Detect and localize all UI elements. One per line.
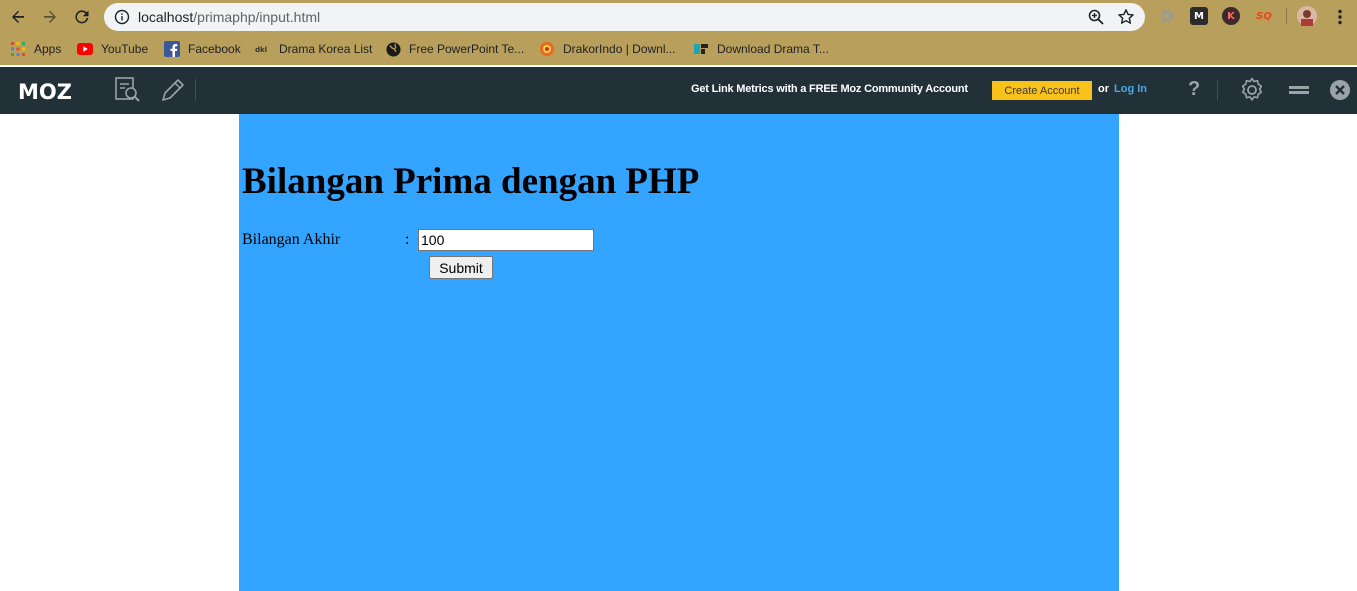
bookmark-youtube[interactable]: YouTube [77, 39, 148, 59]
reload-icon [75, 10, 89, 24]
toolbar-divider [1286, 8, 1287, 24]
page-analysis-icon[interactable] [113, 75, 143, 105]
download-drama-icon [693, 41, 709, 57]
label-colon: : [405, 231, 410, 248]
apps-grid-icon [10, 41, 26, 57]
close-mozbar-icon[interactable] [1325, 75, 1355, 105]
edit-pencil-icon[interactable] [158, 75, 188, 105]
mozbar-promo-text: Get Link Metrics with a FREE Moz Communi… [691, 83, 968, 95]
help-icon[interactable]: ? [1188, 78, 1200, 101]
bookmark-free-powerpoint[interactable]: Free PowerPoint Te... [385, 39, 524, 59]
address-bar[interactable]: localhost/primaphp/input.html [104, 3, 1145, 31]
globe-icon [385, 41, 401, 57]
reload-button[interactable] [70, 5, 94, 29]
drama-korea-icon: dkl [255, 41, 271, 57]
mozbar-divider [195, 79, 196, 101]
submit-button[interactable]: Submit [429, 256, 493, 279]
drakorindo-icon [539, 41, 555, 57]
back-button[interactable] [6, 5, 30, 29]
url-path: /primaphp/input.html [193, 9, 321, 25]
bookmark-drakorindo[interactable]: DrakorIndo | Downl... [539, 39, 676, 59]
log-in-link[interactable]: Log In [1114, 83, 1147, 95]
settings-gear-icon[interactable] [1237, 75, 1267, 105]
kebab-menu-icon [1338, 9, 1342, 25]
or-text: or [1098, 83, 1109, 95]
page-title: Bilangan Prima dengan PHP [242, 161, 700, 202]
mozbar-divider-2 [1217, 79, 1218, 101]
bookmark-apps[interactable]: Apps [10, 39, 61, 59]
seoquake-extension-icon[interactable]: SQ [1253, 7, 1275, 25]
bookmark-facebook[interactable]: Facebook [164, 39, 241, 59]
mozbar-extension-icon[interactable]: M [1190, 7, 1208, 25]
bilangan-akhir-label: Bilangan Akhir [242, 231, 341, 248]
browser-toolbar: localhost/primaphp/input.html M K SQ [0, 0, 1357, 33]
facebook-icon [164, 41, 180, 57]
bookmark-star-icon[interactable] [1117, 8, 1135, 26]
minimize-bar-icon[interactable] [1284, 75, 1314, 105]
svg-text:dkl: dkl [255, 46, 267, 54]
bookmark-drama-korea-list[interactable]: dkl Drama Korea List [255, 39, 372, 59]
forward-arrow-icon [44, 10, 56, 23]
bilangan-akhir-input[interactable] [418, 229, 594, 251]
forward-button[interactable] [38, 5, 62, 29]
chrome-menu-button[interactable] [1328, 5, 1352, 29]
extension-gray-icon[interactable] [1158, 7, 1176, 25]
zoom-icon[interactable] [1087, 8, 1105, 26]
url-host: localhost [138, 9, 194, 25]
page-content: Bilangan Prima dengan PHP Bilangan Akhir… [239, 114, 1119, 591]
url-text[interactable]: localhost/primaphp/input.html [138, 8, 320, 26]
mozbar: MOZ Get Link Metrics with a FREE Moz Com… [0, 67, 1357, 114]
k-extension-icon[interactable]: K [1222, 7, 1240, 25]
bookmarks-bar: Apps YouTube Facebook dkl Drama Korea Li… [0, 33, 1357, 65]
moz-logo: MOZ [18, 80, 72, 104]
profile-avatar[interactable] [1297, 6, 1317, 26]
bookmark-download-drama[interactable]: Download Drama T... [693, 39, 829, 59]
info-icon[interactable] [114, 9, 130, 25]
youtube-icon [77, 41, 93, 57]
create-account-button[interactable]: Create Account [992, 81, 1092, 100]
back-arrow-icon [12, 10, 24, 23]
